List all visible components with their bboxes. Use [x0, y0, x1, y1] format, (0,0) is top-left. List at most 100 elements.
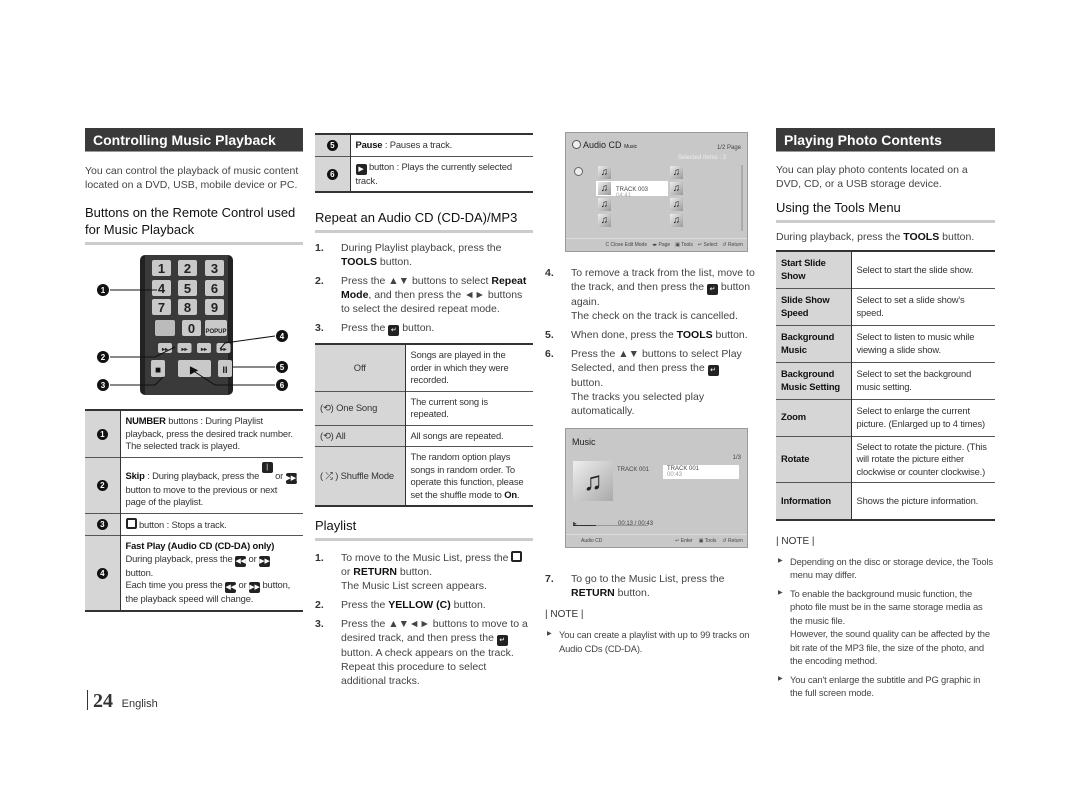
repeat-mode-desc: The random option plays songs in random … — [405, 446, 533, 506]
page-indicator: 1/3 — [732, 455, 741, 461]
callout-5-icon: 5 — [326, 140, 338, 151]
prev-icon: |◀◀ — [261, 461, 273, 482]
bold-text: YELLOW (C) — [388, 599, 451, 611]
step-item: 3. Press the ▲▼◄► buttons to move to a de… — [315, 618, 528, 687]
row-number: 3 — [85, 512, 121, 536]
callout-3-icon: 3 — [96, 519, 108, 530]
menu-option: Zoom — [776, 398, 852, 436]
blank-button[interactable] — [155, 320, 175, 336]
menu-option-desc: Select to listen to music while viewing … — [851, 324, 995, 362]
step-item: 2. Press the YELLOW (C) button. — [315, 599, 486, 611]
callout-number: 4 — [280, 332, 285, 341]
key-label: POPUP — [205, 329, 226, 335]
music-note-icon: ♫ — [573, 461, 613, 501]
note-item: You can create a playlist with up to 99 … — [545, 628, 765, 655]
table-row: 1 NUMBER buttons : During Playlist playba… — [85, 409, 303, 457]
step-item: 7. To go to the Music List, press the RET… — [545, 573, 725, 599]
row-number: 6 — [315, 155, 351, 192]
step-number: 5. — [545, 329, 554, 341]
intro-text: You can control the playback of music co… — [85, 165, 299, 191]
footer-hint: ◂▸ Page — [652, 242, 671, 248]
track-item[interactable]: ♫ — [596, 213, 662, 228]
key-label: 2 — [184, 261, 191, 276]
key-label: 9 — [211, 300, 218, 315]
tools-menu-row: Information Shows the picture information… — [776, 482, 995, 520]
playlist-heading: Playlist — [315, 517, 533, 541]
callout-2-icon: 2 — [96, 479, 108, 491]
note-item: Depending on the disc or storage device,… — [776, 555, 995, 582]
key-label: 4 — [158, 281, 166, 296]
track-time: 00:43 — [667, 472, 683, 478]
play-icon: ▶ — [189, 365, 199, 376]
callout-number: 3 — [101, 381, 106, 390]
track-item[interactable]: ♫ — [668, 181, 734, 196]
repeat-mode-desc: The current song is repeated. — [405, 390, 533, 425]
section-title: Playing Photo Contents — [776, 128, 995, 152]
track-item[interactable]: ♫ — [668, 165, 734, 180]
track-item[interactable]: ♫ — [596, 197, 662, 212]
callout-1-icon: 1 — [96, 428, 108, 440]
menu-option-desc: Shows the picture information. — [851, 482, 995, 520]
key-label: 1 — [158, 261, 165, 276]
table-row: 6 ▶ button : Plays the currently selected… — [315, 155, 533, 192]
music-note-icon: ♫ — [598, 166, 611, 179]
source-label: Audio CD — [581, 538, 603, 544]
repeat-mode-desc: All songs are repeated. — [405, 424, 533, 447]
row-number: 4 — [85, 535, 121, 611]
key-label: 5 — [184, 281, 191, 296]
track-item[interactable]: ♫ — [596, 165, 662, 180]
stop-icon: ■ — [155, 365, 161, 376]
key-label: 3 — [211, 261, 218, 276]
step-number: 3. — [315, 618, 324, 630]
repeat-mode-row: (⟲) One Song The current song is repeated… — [315, 390, 533, 425]
track-list-item-selected[interactable]: TRACK 001 00:43 — [663, 465, 739, 479]
music-note-icon: ♫ — [670, 182, 683, 195]
repeat-one-icon: (⟲) — [320, 401, 337, 413]
play-icon: ▶ — [355, 163, 367, 175]
column-1-table: 1 NUMBER buttons : During Playlist playba… — [85, 409, 303, 612]
step-number: 6. — [545, 348, 554, 360]
callout-number: 1 — [101, 286, 106, 295]
screen-footer: Audio CD ↵ Enter ▣ Tools ↺ Return — [566, 534, 747, 547]
bold-text: NUMBER — [125, 415, 166, 426]
track-item[interactable]: ♫ — [668, 197, 734, 212]
repeat-heading: Repeat an Audio CD (CD-DA)/MP3 — [315, 209, 533, 233]
footer-hint: C Close Edit Mode — [605, 242, 648, 248]
music-note-icon: ♫ — [670, 214, 683, 227]
music-note-icon: ♫ — [598, 182, 611, 195]
track-item[interactable]: ♫ TRACK 003 04:41 — [596, 181, 668, 199]
subheading: Buttons on the Remote Control used for M… — [85, 204, 303, 245]
step-item: 5. When done, press the TOOLS button. — [545, 329, 748, 341]
key-label: 0 — [188, 321, 195, 336]
screen-title: Audio CD — [583, 140, 622, 150]
table-row: 3 button : Stops a track. — [85, 512, 303, 536]
column-3: Audio CD Music 1/2 Page Selected Items :… — [545, 132, 765, 660]
remote-buttons-table: 1 NUMBER buttons : During Playlist playba… — [85, 409, 303, 612]
row-description: Skip : During playback, press the |◀◀ or… — [120, 456, 303, 513]
callout-number: 2 — [101, 353, 106, 362]
shuffle-icon: ( ⤮ ) — [320, 469, 341, 481]
scrollbar[interactable] — [741, 165, 743, 231]
check-disc-icon — [574, 167, 583, 176]
menu-option: Background Music — [776, 324, 852, 362]
footer-hint: ↺ Return — [722, 538, 743, 544]
menu-option-desc: Select to rotate the picture. (This will… — [851, 435, 995, 483]
repeat-mode-row: Off Songs are played in the order in whic… — [315, 343, 533, 391]
step-number: 1. — [315, 242, 324, 254]
menu-option: Slide Show Speed — [776, 287, 852, 325]
enter-icon: ↵ — [707, 284, 718, 295]
note-item: To enable the background music function,… — [776, 587, 995, 668]
selected-count: Selected Items : 3 — [678, 155, 727, 161]
enter-icon: ↵ — [496, 635, 508, 646]
rew-icon: ◀◀ — [235, 555, 247, 567]
step-item: 3. Press the ↵ button. — [315, 322, 435, 336]
key-label: 6 — [211, 281, 218, 296]
audio-cd-screen: Audio CD Music 1/2 Page Selected Items :… — [565, 132, 748, 252]
footer-hint: ↵ Select — [697, 242, 718, 248]
rew-icon: ▸▸ — [200, 347, 208, 353]
track-item[interactable]: ♫ — [668, 213, 734, 228]
step-item: 2. Press the ▲▼ buttons to select Repeat … — [315, 275, 527, 315]
enter-icon: ↵ — [707, 365, 719, 376]
tools-menu-row: Zoom Select to enlarge the current pictur… — [776, 398, 995, 436]
repeat-mode-name: ( ⤮ ) Shuffle Mode — [315, 446, 406, 506]
